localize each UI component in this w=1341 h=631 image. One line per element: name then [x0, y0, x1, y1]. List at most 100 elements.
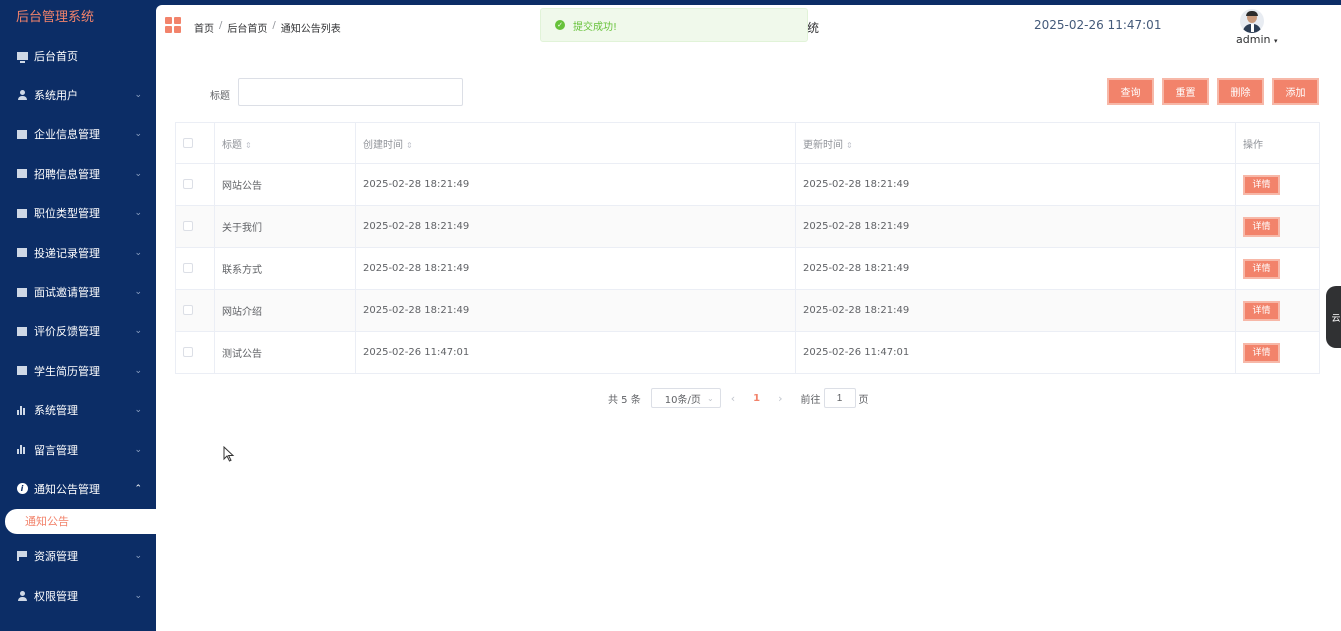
select-all-checkbox[interactable]	[183, 137, 193, 148]
sidebar-item-label: 招聘信息管理	[34, 167, 100, 181]
sort-icon[interactable]: ⇕	[245, 141, 252, 150]
bar-chart-icon	[16, 444, 28, 456]
cell-updated: 2025-02-28 18:21:49	[795, 205, 1236, 248]
chevron-down-icon: ⌄	[134, 168, 142, 179]
detail-button[interactable]: 详情	[1243, 174, 1280, 195]
sort-icon[interactable]: ⇕	[406, 141, 413, 150]
sidebar-item-recruitment[interactable]: 招聘信息管理 ⌄	[0, 154, 156, 193]
app-title: 后台管理系统	[16, 10, 95, 25]
breadcrumb: 首页 / 后台首页 / 通知公告列表	[194, 20, 341, 35]
breadcrumb-separator: /	[272, 20, 276, 31]
total-count: 共 5 条	[608, 394, 641, 406]
cell-updated: 2025-02-28 18:21:49	[795, 163, 1236, 206]
column-header-title[interactable]: 标题 ⇕	[214, 122, 356, 164]
cell-title: 网站介绍	[214, 289, 356, 332]
sidebar-item-job-types[interactable]: 职位类型管理 ⌄	[0, 194, 156, 233]
column-header-updated[interactable]: 更新时间 ⇕	[795, 122, 1236, 164]
page-size-select[interactable]: 10条/页 ⌄	[650, 388, 721, 408]
sidebar-item-interviews[interactable]: 面试邀请管理 ⌄	[0, 272, 156, 311]
chevron-down-icon: ⌄	[134, 326, 142, 337]
chart-box-icon	[16, 325, 28, 337]
sidebar-menu: 后台首页 系统用户 ⌄ 企业信息管理 ⌄ 招聘信息管理 ⌄ 职位类型管理 ⌄ 投…	[0, 36, 156, 615]
sidebar-item-applications[interactable]: 投递记录管理 ⌄	[0, 233, 156, 272]
next-page-button[interactable]: ›	[778, 392, 782, 405]
row-checkbox[interactable]	[183, 179, 193, 189]
submenu-item-notices[interactable]: 通知公告	[5, 508, 156, 534]
row-checkbox[interactable]	[183, 263, 193, 273]
sidebar-item-home[interactable]: 后台首页	[0, 36, 156, 75]
pagination: 共 5 条 10条/页 ⌄ ‹ 1 › 前往 页	[608, 388, 869, 408]
sidebar-item-resources[interactable]: 资源管理 ⌄	[0, 537, 156, 576]
user-icon	[16, 590, 28, 602]
caret-down-icon: ▾	[1273, 37, 1278, 45]
title-filter-label: 标题	[210, 91, 230, 102]
avatar[interactable]	[1240, 9, 1264, 33]
sidebar-item-label: 后台首页	[34, 49, 78, 63]
sidebar: 后台管理系统 后台首页 系统用户 ⌄ 企业信息管理 ⌄ 招聘信息管理 ⌄ 职位类…	[0, 0, 156, 631]
jump-page-input[interactable]	[823, 388, 856, 408]
floating-side-tab[interactable]: 云	[1326, 286, 1341, 348]
page-number-current[interactable]: 1	[753, 393, 760, 404]
cell-created: 2025-02-28 18:21:49	[355, 163, 796, 206]
breadcrumb-home[interactable]: 首页	[194, 20, 214, 35]
chevron-down-icon: ⌄	[134, 129, 142, 140]
sidebar-item-label: 系统用户	[34, 89, 78, 103]
detail-button[interactable]: 详情	[1243, 258, 1280, 279]
jump-prefix: 前往	[800, 394, 821, 406]
cell-created: 2025-02-28 18:21:49	[355, 289, 796, 332]
prev-page-button[interactable]: ‹	[731, 392, 735, 405]
row-checkbox[interactable]	[183, 305, 193, 315]
sidebar-item-label: 资源管理	[34, 550, 78, 564]
check-circle-icon: ✓	[555, 20, 565, 30]
username: admin	[1236, 33, 1271, 46]
sidebar-item-notices[interactable]: i 通知公告管理 ⌃	[0, 469, 156, 508]
chevron-down-icon: ⌄	[134, 247, 142, 258]
sidebar-item-label: 学生简历管理	[34, 364, 100, 378]
delete-button[interactable]: 删除	[1217, 78, 1264, 105]
row-checkbox[interactable]	[183, 347, 193, 357]
title-filter-input[interactable]	[238, 78, 463, 106]
row-checkbox[interactable]	[183, 221, 193, 231]
chevron-down-icon: ⌄	[134, 90, 142, 101]
cell-title: 网站公告	[214, 163, 356, 206]
chevron-down-icon: ⌄	[134, 208, 142, 219]
sidebar-item-permissions[interactable]: 权限管理 ⌄	[0, 576, 156, 615]
detail-button[interactable]: 详情	[1243, 342, 1280, 363]
breadcrumb-dashboard[interactable]: 后台首页	[227, 20, 267, 35]
search-bar: 标题 查询 重置 删除 添加	[156, 78, 1341, 108]
sidebar-item-system-users[interactable]: 系统用户 ⌄	[0, 75, 156, 114]
cell-updated: 2025-02-28 18:21:49	[795, 247, 1236, 290]
detail-button[interactable]: 详情	[1243, 216, 1280, 237]
sidebar-item-label: 职位类型管理	[34, 207, 100, 221]
main-panel: 首页 / 后台首页 / 通知公告列表 统 2025-02-26 11:47:01…	[156, 5, 1341, 631]
cell-title: 联系方式	[214, 247, 356, 290]
cell-created: 2025-02-26 11:47:01	[355, 331, 796, 374]
user-menu[interactable]: admin ▾	[1236, 33, 1277, 46]
add-button[interactable]: 添加	[1272, 78, 1319, 105]
chevron-down-icon: ⌄	[134, 444, 142, 455]
sidebar-item-resumes[interactable]: 学生简历管理 ⌄	[0, 351, 156, 390]
current-datetime: 2025-02-26 11:47:01	[1034, 18, 1162, 32]
chevron-up-icon: ⌃	[134, 483, 142, 494]
chevron-down-icon: ⌄	[134, 551, 142, 562]
table-row: 关于我们 2025-02-28 18:21:49 2025-02-28 18:2…	[175, 205, 1320, 248]
sidebar-item-label: 评价反馈管理	[34, 325, 100, 339]
sidebar-item-system[interactable]: 系统管理 ⌄	[0, 391, 156, 430]
sidebar-item-messages[interactable]: 留言管理 ⌄	[0, 430, 156, 469]
query-button[interactable]: 查询	[1107, 78, 1154, 105]
chart-box-icon	[16, 168, 28, 180]
notices-table: 标题 ⇕ 创建时间 ⇕ 更新时间 ⇕ 操作 网站公告 2025-02-28 18:21…	[175, 122, 1320, 374]
cell-updated: 2025-02-26 11:47:01	[795, 331, 1236, 374]
column-header-created[interactable]: 创建时间 ⇕	[355, 122, 796, 164]
detail-button[interactable]: 详情	[1243, 300, 1280, 321]
jump-suffix: 页	[858, 394, 869, 406]
sidebar-item-feedback[interactable]: 评价反馈管理 ⌄	[0, 312, 156, 351]
sidebar-item-company-info[interactable]: 企业信息管理 ⌄	[0, 115, 156, 154]
table-row: 网站介绍 2025-02-28 18:21:49 2025-02-28 18:2…	[175, 289, 1320, 332]
reset-button[interactable]: 重置	[1162, 78, 1209, 105]
sidebar-item-label: 企业信息管理	[34, 128, 100, 142]
sort-icon[interactable]: ⇕	[846, 141, 853, 150]
grid-menu-icon[interactable]	[165, 17, 181, 33]
chart-box-icon	[16, 128, 28, 140]
chevron-down-icon: ⌄	[134, 405, 142, 416]
